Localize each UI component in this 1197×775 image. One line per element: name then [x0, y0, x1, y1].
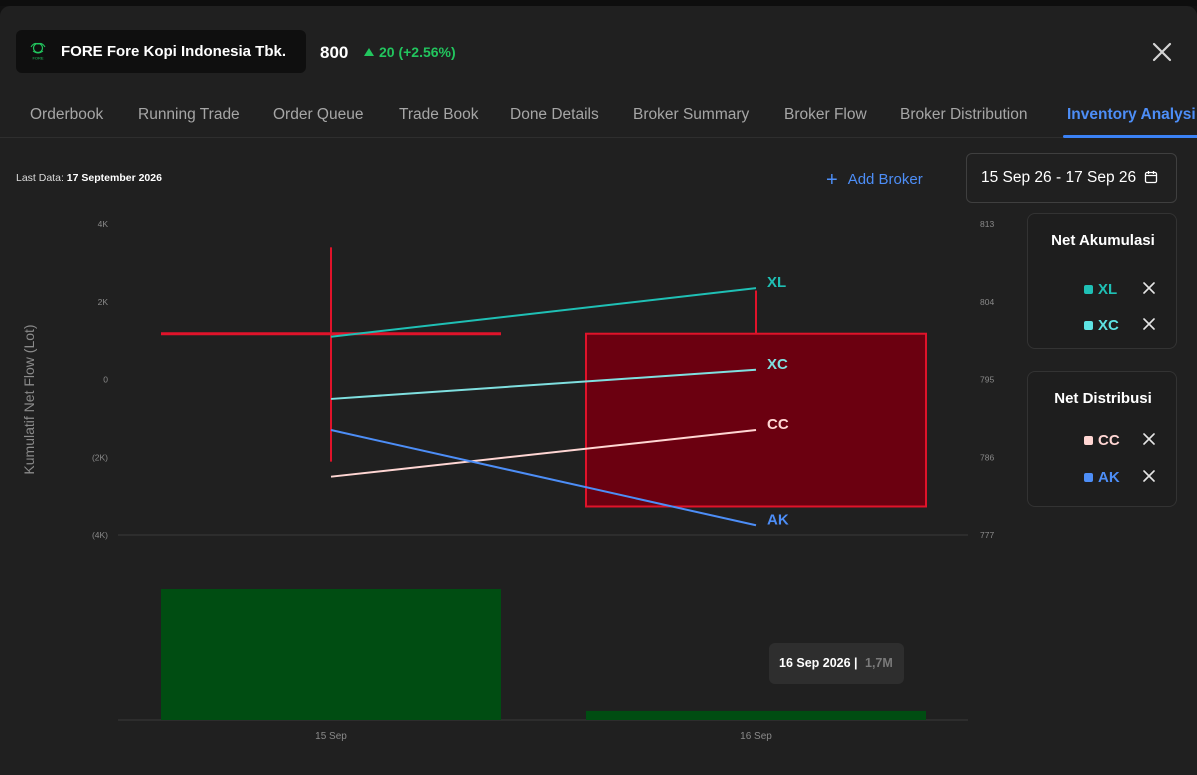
left-tick-label: 2K — [98, 297, 109, 307]
series-label-xc: XC — [767, 356, 788, 373]
tooltip-value: 1,7M — [865, 656, 893, 670]
right-tick-label: 813 — [980, 219, 994, 229]
left-tick-label: (2K) — [92, 452, 108, 462]
x-tick-label: 16 Sep — [740, 731, 772, 742]
volume-bar — [161, 589, 501, 720]
left-tick-label: 0 — [103, 375, 108, 385]
series-line-xl — [330, 287, 757, 338]
y-axis-title: Kumulatif Net Flow (Lot) — [21, 324, 37, 474]
volume-tooltip: 16 Sep 2026 | 1,7M — [769, 643, 904, 684]
left-tick-label: (4K) — [92, 530, 108, 540]
inventory-chart: Kumulatif Net Flow (Lot) 4K 2K 0 (2K) (4K) 813… — [21, 219, 994, 742]
tooltip-date: 16 Sep 2026 | — [779, 656, 858, 670]
x-tick-label: 15 Sep — [315, 731, 347, 742]
right-tick-label: 804 — [980, 297, 994, 307]
series-label-xl: XL — [767, 274, 786, 291]
series-label-ak: AK — [767, 511, 789, 528]
series-label-cc: CC — [767, 416, 789, 433]
right-tick-label: 786 — [980, 452, 994, 462]
volume-bar — [586, 710, 926, 720]
right-tick-label: 777 — [980, 530, 994, 540]
left-tick-label: 4K — [98, 219, 109, 229]
right-tick-label: 795 — [980, 375, 994, 385]
candle-body — [585, 332, 927, 508]
